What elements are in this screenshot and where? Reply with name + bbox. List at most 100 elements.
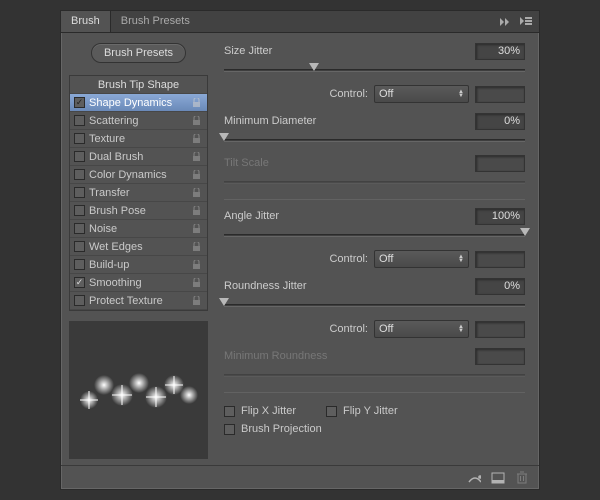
sidebar-item-label: Dual Brush [89,151,143,163]
min-roundness-label: Minimum Roundness [224,350,475,362]
sidebar: Brush Presets Brush Tip Shape Shape Dyna… [61,33,216,465]
sidebar-item-label: Scattering [89,115,139,127]
sidebar-item-label: Protect Texture [89,295,163,307]
control-label: Control: [329,253,368,265]
row-angle-jitter: Angle Jitter [224,206,525,226]
angle-jitter-control-row: Control: Off▲▼ [224,248,525,270]
new-preset-icon[interactable] [491,471,505,485]
sidebar-item-label: Build-up [89,259,129,271]
checkbox-icon[interactable] [74,169,85,180]
angle-jitter-slider[interactable] [224,228,525,242]
lock-icon[interactable] [189,276,203,290]
tilt-scale-label: Tilt Scale [224,157,475,169]
tab-brush-presets[interactable]: Brush Presets [111,11,200,32]
lock-icon[interactable] [189,258,203,272]
sidebar-item-label: Wet Edges [89,241,143,253]
row-min-roundness: Minimum Roundness [224,346,525,366]
angle-jitter-control-value [475,251,525,268]
checkbox-icon[interactable] [74,241,85,252]
lock-icon[interactable] [189,168,203,182]
angle-jitter-control-select[interactable]: Off▲▼ [374,250,469,268]
angle-jitter-value[interactable] [475,208,525,225]
sidebar-item-label: Brush Pose [89,205,146,217]
lock-icon[interactable] [189,150,203,164]
min-roundness-value [475,348,525,365]
min-diameter-label: Minimum Diameter [224,115,475,127]
roundness-jitter-slider[interactable] [224,298,525,312]
lock-icon[interactable] [189,96,203,110]
brush-projection-label: Brush Projection [241,423,322,435]
control-label: Control: [329,323,368,335]
checkbox-icon[interactable] [74,205,85,216]
size-jitter-control-value [475,86,525,103]
checkbox-icon[interactable] [74,97,85,108]
sidebar-item-protect-texture[interactable]: Protect Texture [70,292,207,310]
sidebar-item-brush-pose[interactable]: Brush Pose [70,202,207,220]
brush-presets-button[interactable]: Brush Presets [91,43,186,63]
sidebar-item-label: Texture [89,133,125,145]
roundness-jitter-control-value [475,321,525,338]
divider [224,392,525,393]
tab-bar: Brush Brush Presets [61,11,539,33]
brush-projection-checkbox[interactable] [224,424,235,435]
checkbox-icon[interactable] [74,151,85,162]
sidebar-item-label: Shape Dynamics [89,97,172,109]
sparkle-stroke-icon [74,355,204,425]
roundness-jitter-control-select[interactable]: Off▲▼ [374,320,469,338]
row-roundness-jitter: Roundness Jitter [224,276,525,296]
sidebar-item-label: Noise [89,223,117,235]
checkbox-icon[interactable] [74,259,85,270]
lock-icon[interactable] [189,132,203,146]
checkbox-icon[interactable] [74,133,85,144]
sidebar-item-texture[interactable]: Texture [70,130,207,148]
lock-icon[interactable] [189,222,203,236]
flip-x-checkbox[interactable] [224,406,235,417]
sidebar-item-wet-edges[interactable]: Wet Edges [70,238,207,256]
sidebar-item-brush-tip-shape[interactable]: Brush Tip Shape [70,76,207,94]
lock-icon[interactable] [189,240,203,254]
sidebar-item-label: Transfer [89,187,130,199]
brush-preview [69,321,208,459]
sidebar-item-label: Brush Tip Shape [98,79,179,91]
collapse-icon[interactable] [499,15,513,29]
sidebar-item-label: Smoothing [89,277,142,289]
size-jitter-control-row: Control: Off▲▼ [224,83,525,105]
size-jitter-slider[interactable] [224,63,525,77]
row-tilt-scale: Tilt Scale [224,153,525,173]
panel-menu-icon[interactable] [519,15,533,29]
checkbox-icon[interactable] [74,295,85,306]
sidebar-item-label: Color Dynamics [89,169,167,181]
sidebar-item-smoothing[interactable]: Smoothing [70,274,207,292]
sidebar-item-shape-dynamics[interactable]: Shape Dynamics [70,94,207,112]
roundness-jitter-value[interactable] [475,278,525,295]
sidebar-item-transfer[interactable]: Transfer [70,184,207,202]
size-jitter-control-select[interactable]: Off▲▼ [374,85,469,103]
checkbox-icon[interactable] [74,115,85,126]
checkbox-icon[interactable] [74,187,85,198]
checkbox-icon[interactable] [74,223,85,234]
min-diameter-slider[interactable] [224,133,525,147]
flip-jitter-row: Flip X Jitter Flip Y Jitter [224,405,525,417]
row-min-diameter: Minimum Diameter [224,111,525,131]
lock-icon[interactable] [189,204,203,218]
checkbox-icon[interactable] [74,277,85,288]
angle-jitter-label: Angle Jitter [224,210,475,222]
lock-icon[interactable] [189,294,203,308]
sidebar-item-scattering[interactable]: Scattering [70,112,207,130]
flip-y-checkbox[interactable] [326,406,337,417]
min-roundness-slider [224,368,525,382]
sidebar-item-color-dynamics[interactable]: Color Dynamics [70,166,207,184]
tilt-scale-value [475,155,525,172]
tab-brush[interactable]: Brush [61,11,111,32]
select-arrows-icon: ▲▼ [458,255,464,263]
options-list: Brush Tip Shape Shape Dynamics Scatterin… [69,75,208,311]
lock-icon[interactable] [189,186,203,200]
sidebar-item-dual-brush[interactable]: Dual Brush [70,148,207,166]
size-jitter-value[interactable] [475,43,525,60]
lock-icon[interactable] [189,114,203,128]
sidebar-item-noise[interactable]: Noise [70,220,207,238]
sidebar-item-build-up[interactable]: Build-up [70,256,207,274]
toggle-preview-icon[interactable] [467,471,481,485]
min-diameter-value[interactable] [475,113,525,130]
trash-icon[interactable] [515,471,529,485]
